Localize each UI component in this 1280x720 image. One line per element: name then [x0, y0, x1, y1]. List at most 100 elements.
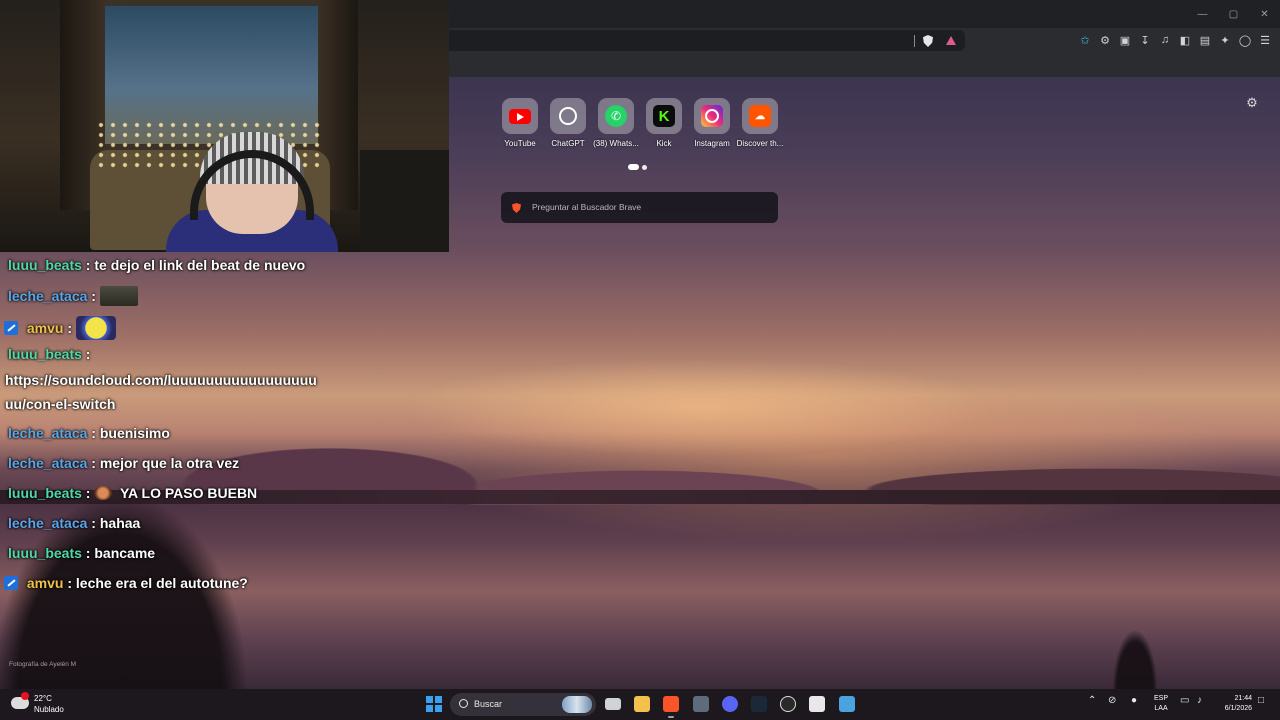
windows-taskbar: 22°C Nublado Buscar ⌃ ⊘ ● ESP LAA ▭ ♪ 21…	[0, 689, 1280, 720]
top-sites-pager	[628, 164, 647, 170]
chat-username: leche_ataca	[8, 425, 88, 441]
brave-shields-icon[interactable]	[923, 35, 933, 47]
chat-username: luuu_beats	[8, 257, 82, 273]
file-explorer-icon[interactable]	[634, 696, 650, 712]
tile-icon-bg	[694, 98, 730, 134]
chat-username: amvu	[26, 575, 64, 591]
top-site-soundcloud[interactable]: ☁ Discover th...	[736, 98, 784, 148]
chat-username: luuu_beats	[8, 346, 82, 362]
toolbar-icons: ✩ ⚙ ▣ ↧ ♫ ◧ ▤ ✦ ◯ ☰	[1078, 31, 1272, 49]
display-icon[interactable]: ▭	[1180, 695, 1189, 706]
weather-temperature: 22°C	[34, 694, 52, 703]
top-site-chatgpt[interactable]: ChatGPT	[544, 98, 592, 148]
network-off-icon[interactable]: ⊘	[1108, 695, 1116, 706]
language-indicator[interactable]: ESP LAA	[1154, 694, 1168, 714]
chat-message: luuu_beats : te dejo el link del beat de…	[8, 257, 305, 273]
steam-icon[interactable]	[751, 696, 767, 712]
top-site-youtube[interactable]: YouTube	[496, 98, 544, 148]
taskbar-search-box[interactable]: Buscar	[450, 693, 596, 716]
chevron-up-icon[interactable]: ⌃	[1088, 695, 1096, 706]
obs-icon[interactable]	[780, 696, 796, 712]
top-site-whatsapp[interactable]: ✆ (38) Whats...	[592, 98, 640, 148]
tile-icon-bg: ✆	[598, 98, 634, 134]
sidebar-icon[interactable]: ◧	[1178, 31, 1192, 49]
discord-icon[interactable]	[722, 696, 738, 712]
top-site-kick[interactable]: K Kick	[640, 98, 688, 148]
tab-search-icon[interactable]: ▣	[1118, 31, 1132, 49]
address-bar[interactable]	[449, 30, 965, 51]
chat-text: mejor que la otra vez	[99, 455, 240, 471]
volume-icon[interactable]: ♪	[1197, 695, 1202, 706]
webcam-room-shadow	[360, 150, 449, 252]
top-site-label: ChatGPT	[551, 139, 585, 148]
app-icon[interactable]	[809, 696, 825, 712]
chat-message: leche_ataca : hahaa	[8, 515, 140, 531]
chat-link[interactable]: https://soundcloud.com/luuuuuuuuuuuuuuuu…	[5, 372, 317, 388]
photo-credit[interactable]: Fotografía de Ayelén M	[9, 661, 76, 668]
chat-text: leche era el del autotune?	[75, 575, 248, 591]
maximize-icon[interactable]: ▢	[1218, 0, 1249, 28]
chat-separator: :	[85, 346, 91, 362]
extensions-icon[interactable]: ⚙	[1098, 31, 1112, 49]
chatgpt-icon	[559, 107, 577, 125]
chat-username: luuu_beats	[8, 545, 82, 561]
notepad-icon[interactable]	[839, 696, 855, 712]
sub-badge-icon	[4, 576, 18, 590]
chat-message: leche_ataca : mejor que la otra vez	[8, 455, 239, 471]
language-code: ESP	[1154, 695, 1169, 702]
address-bar-divider	[914, 35, 915, 47]
tile-icon-bg	[502, 98, 538, 134]
keyboard-layout: LAA	[1154, 705, 1168, 712]
instagram-icon	[701, 105, 723, 127]
chat-emote	[94, 486, 113, 500]
browser-toolbar: ✩ ⚙ ▣ ↧ ♫ ◧ ▤ ✦ ◯ ☰	[449, 28, 1280, 53]
minimize-icon[interactable]: —	[1187, 0, 1218, 28]
brave-browser-icon[interactable]	[663, 696, 679, 718]
browser-titlebar: — ▢ ✕	[449, 0, 1280, 28]
notifications-icon[interactable]: □	[1258, 695, 1264, 706]
settings-gear-icon[interactable]: ⚙	[1245, 96, 1259, 110]
microphone-icon[interactable]: ●	[1131, 695, 1137, 706]
calculator-icon[interactable]	[693, 696, 709, 712]
system-clock[interactable]: 21:44 6/1/2026	[1214, 694, 1252, 714]
chat-message: leche_ataca :	[8, 286, 138, 306]
chat-emote	[75, 316, 116, 340]
chat-message: luuu_beats : bancame	[8, 545, 155, 561]
brave-rewards-icon[interactable]	[946, 36, 956, 45]
top-site-instagram[interactable]: Instagram	[688, 98, 736, 148]
chat-emote	[99, 286, 138, 306]
youtube-icon	[509, 108, 531, 124]
chat-text: te dejo el link del beat de nuevo	[94, 257, 306, 273]
download-icon[interactable]: ↧	[1138, 31, 1152, 49]
chat-separator: :	[85, 257, 91, 273]
chat-link[interactable]: uu/con-el-switch	[5, 396, 115, 412]
chat-separator: :	[91, 515, 96, 531]
chat-username: leche_ataca	[8, 288, 88, 304]
media-icon[interactable]: ♫	[1158, 31, 1172, 49]
chat-username: luuu_beats	[8, 485, 82, 501]
tile-icon-bg	[550, 98, 586, 134]
wallet-icon[interactable]: ▤	[1198, 31, 1212, 49]
chat-username: leche_ataca	[8, 455, 88, 471]
soundcloud-icon: ☁	[749, 105, 771, 127]
wallpaper-tree-right	[1100, 570, 1170, 690]
chat-message: luuu_beats : YA LO PASO BUEBN	[8, 485, 257, 501]
sub-badge-icon	[4, 321, 18, 335]
close-icon[interactable]: ✕	[1249, 0, 1280, 28]
pager-dot-active[interactable]	[628, 164, 639, 170]
leo-ai-icon[interactable]: ✦	[1218, 31, 1232, 49]
chat-message: amvu :	[4, 316, 116, 340]
brave-search-box[interactable]: Preguntar al Buscador Brave	[501, 192, 778, 223]
chat-separator: :	[85, 485, 91, 501]
vpn-shield-icon[interactable]: ◯	[1238, 31, 1252, 49]
search-highlight-icon	[562, 696, 592, 713]
pager-dot[interactable]	[642, 164, 647, 170]
chat-username: amvu	[26, 320, 64, 336]
chat-message: leche_ataca : buenisimo	[8, 425, 170, 441]
translate-icon[interactable]: ✩	[1078, 31, 1092, 49]
windows-start-icon[interactable]	[426, 696, 442, 712]
task-view-icon[interactable]	[605, 698, 621, 710]
tile-icon-bg: ☁	[742, 98, 778, 134]
menu-icon[interactable]: ☰	[1258, 31, 1272, 49]
chat-separator: :	[91, 455, 96, 471]
